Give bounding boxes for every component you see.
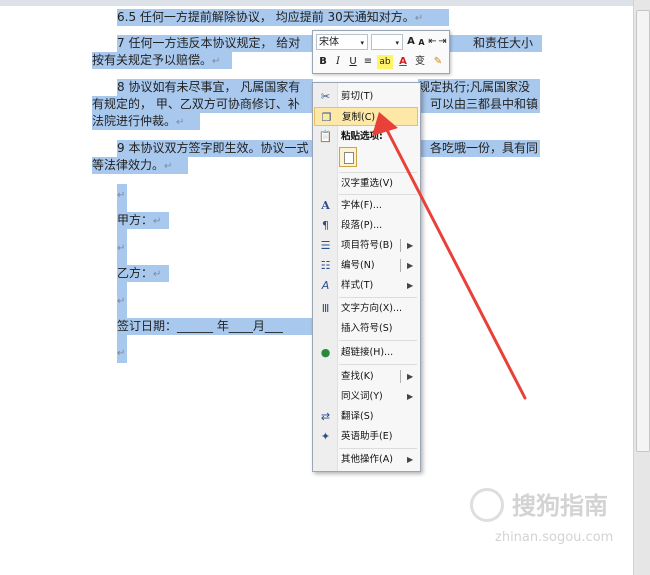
watermark-url: zhinan.sogou.com — [495, 530, 614, 545]
sogou-logo-icon — [470, 488, 504, 522]
annotation-arrow-head — [372, 112, 398, 136]
watermark-brand: 搜狗指南 — [512, 492, 608, 520]
annotation-arrow-shaft — [384, 126, 527, 400]
